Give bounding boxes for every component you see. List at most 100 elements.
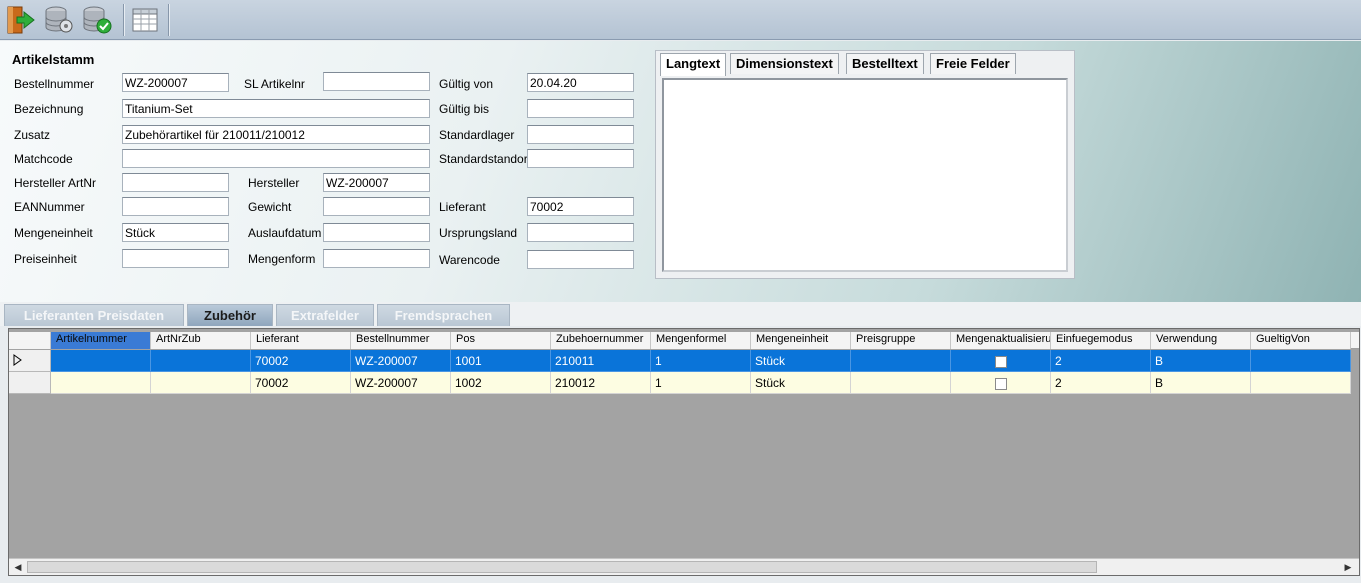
eannummer-field[interactable]: [122, 197, 229, 216]
column-header[interactable]: Pos: [451, 332, 551, 349]
eannummer-label: EANNummer: [14, 200, 85, 214]
table-cell[interactable]: B: [1151, 372, 1251, 394]
langtext-textarea[interactable]: [662, 78, 1068, 272]
warencode-label: Warencode: [439, 253, 500, 267]
column-header[interactable]: GueltigVon: [1251, 332, 1351, 349]
column-header[interactable]: Mengenformel: [651, 332, 751, 349]
ursprungsland-field[interactable]: [527, 223, 634, 242]
table-cell[interactable]: [151, 350, 251, 372]
text-tab-panel: Langtext Dimensionstext Bestelltext Frei…: [655, 50, 1075, 279]
standardlager-field[interactable]: [527, 125, 634, 144]
hersteller-field[interactable]: WZ-200007: [323, 173, 430, 192]
table-cell[interactable]: WZ-200007: [351, 350, 451, 372]
column-header[interactable]: Einfuegemodus: [1051, 332, 1151, 349]
tab-freie-felder[interactable]: Freie Felder: [930, 53, 1016, 74]
auslaufdatum-field[interactable]: [323, 223, 430, 242]
table-cell[interactable]: 210011: [551, 350, 651, 372]
hersteller-label: Hersteller: [248, 176, 300, 190]
row-selector[interactable]: [9, 372, 51, 394]
table-row[interactable]: 70002 WZ-200007 1001 210011 1 Stück 2 B: [9, 350, 1359, 372]
table-cell[interactable]: 70002: [251, 350, 351, 372]
table-cell[interactable]: 1: [651, 350, 751, 372]
toolbar: [0, 0, 1361, 40]
mengeneinheit-field[interactable]: Stück: [122, 223, 229, 242]
table-cell[interactable]: 1: [651, 372, 751, 394]
current-row-arrow-icon: [13, 354, 22, 366]
tab-langtext[interactable]: Langtext: [660, 53, 727, 76]
bezeichnung-field[interactable]: Titanium-Set: [122, 99, 430, 118]
table-cell[interactable]: [851, 350, 951, 372]
tab-bestelltext[interactable]: Bestelltext: [846, 53, 924, 74]
lieferant-field[interactable]: 70002: [527, 197, 634, 216]
preiseinheit-label: Preiseinheit: [14, 252, 77, 266]
tab-lieferanten-preisdaten[interactable]: Lieferanten Preisdaten: [4, 304, 184, 326]
tab-dimensionstext[interactable]: Dimensionstext: [730, 53, 839, 74]
column-header[interactable]: Verwendung: [1151, 332, 1251, 349]
tab-fremdsprachen[interactable]: Fremdsprachen: [377, 304, 510, 326]
table-cell[interactable]: [51, 350, 151, 372]
toolbar-separator: [168, 4, 169, 36]
mengenform-field[interactable]: [323, 249, 430, 268]
hersteller-artnr-field[interactable]: [122, 173, 229, 192]
mengenaktualisierung-checkbox[interactable]: [994, 355, 1007, 368]
table-cell[interactable]: [851, 372, 951, 394]
table-cell[interactable]: 1002: [451, 372, 551, 394]
row-selector[interactable]: [9, 350, 51, 372]
column-header[interactable]: Preisgruppe: [851, 332, 951, 349]
table-cell[interactable]: Stück: [751, 372, 851, 394]
gueltig-von-field[interactable]: 20.04.20: [527, 73, 634, 92]
gewicht-field[interactable]: [323, 197, 430, 216]
table-row[interactable]: 70002 WZ-200007 1002 210012 1 Stück 2 B: [9, 372, 1359, 394]
matchcode-label: Matchcode: [14, 152, 73, 166]
column-header[interactable]: Lieferant: [251, 332, 351, 349]
standardstandort-field[interactable]: [527, 149, 634, 168]
exit-door-icon[interactable]: [3, 4, 37, 36]
table-cell[interactable]: [51, 372, 151, 394]
tab-extrafelder[interactable]: Extrafelder: [276, 304, 374, 326]
tab-zubehoer[interactable]: Zubehör: [187, 304, 273, 326]
database-settings-icon[interactable]: [42, 4, 76, 36]
table-cell[interactable]: 1001: [451, 350, 551, 372]
scroll-left-icon[interactable]: ◀: [11, 560, 25, 574]
table-cell[interactable]: [951, 350, 1051, 372]
table-cell[interactable]: [951, 372, 1051, 394]
mengeneinheit-label: Mengeneinheit: [14, 226, 93, 240]
sl-artikelnr-field[interactable]: [323, 72, 430, 91]
auslaufdatum-label: Auslaufdatum: [248, 226, 322, 240]
standardstandort-label: Standardstandort: [439, 152, 532, 166]
table-cell[interactable]: B: [1151, 350, 1251, 372]
table-cell[interactable]: 2: [1051, 350, 1151, 372]
mengenaktualisierung-checkbox[interactable]: [994, 377, 1007, 390]
matchcode-field[interactable]: [122, 149, 430, 168]
column-header[interactable]: Mengeneinheit: [751, 332, 851, 349]
table-cell[interactable]: [1251, 372, 1351, 394]
bestellnummer-field[interactable]: WZ-200007: [122, 73, 229, 92]
column-header[interactable]: Bestellnummer: [351, 332, 451, 349]
table-cell[interactable]: [151, 372, 251, 394]
column-header[interactable]: ArtNrZub: [151, 332, 251, 349]
horizontal-scrollbar[interactable]: ◀ ▶: [9, 558, 1359, 575]
preiseinheit-field[interactable]: [122, 249, 229, 268]
zusatz-field[interactable]: Zubehörartikel für 210011/210012: [122, 125, 430, 144]
gueltig-bis-label: Gültig bis: [439, 102, 490, 116]
hersteller-artnr-label: Hersteller ArtNr: [14, 176, 97, 190]
warencode-field[interactable]: [527, 250, 634, 269]
table-cell[interactable]: 210012: [551, 372, 651, 394]
column-header[interactable]: Zubehoernummer: [551, 332, 651, 349]
zubehoer-grid: Artikelnummer ArtNrZub Lieferant Bestell…: [8, 328, 1360, 576]
table-cell[interactable]: WZ-200007: [351, 372, 451, 394]
mengenform-label: Mengenform: [248, 252, 316, 266]
scroll-right-icon[interactable]: ▶: [1341, 560, 1355, 574]
artikelstamm-panel: Artikelstamm Bestellnummer WZ-200007 SL …: [0, 41, 1361, 302]
table-cell[interactable]: [1251, 350, 1351, 372]
gueltig-bis-field[interactable]: [527, 99, 634, 118]
table-cell[interactable]: 70002: [251, 372, 351, 394]
bestellnummer-label: Bestellnummer: [14, 77, 95, 91]
table-cell[interactable]: Stück: [751, 350, 851, 372]
table-cell[interactable]: 2: [1051, 372, 1151, 394]
column-header[interactable]: Artikelnummer: [51, 332, 151, 349]
column-header[interactable]: Mengenaktualisieru: [951, 332, 1051, 349]
database-check-icon[interactable]: [80, 4, 114, 36]
table-grid-icon[interactable]: [128, 4, 162, 36]
scrollbar-thumb[interactable]: [27, 561, 1097, 573]
